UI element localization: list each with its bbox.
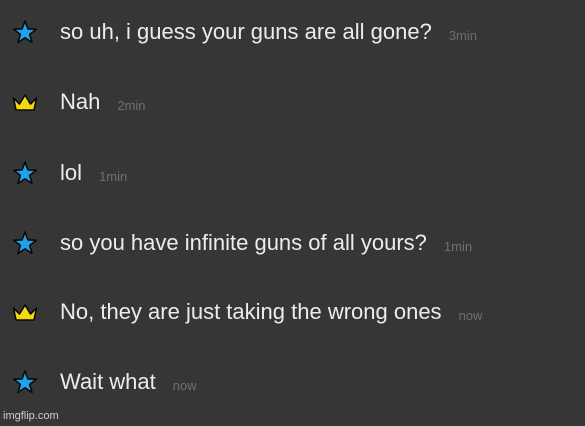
message-body: lol 1min bbox=[60, 153, 127, 193]
chat-message: Nah 2min bbox=[0, 82, 585, 122]
chat-message: No, they are just taking the wrong ones … bbox=[0, 292, 585, 332]
message-body: so uh, i guess your guns are all gone? 3… bbox=[60, 12, 477, 52]
star-icon bbox=[11, 231, 39, 255]
crown-icon bbox=[11, 90, 39, 114]
imgflip-watermark: imgflip.com bbox=[3, 410, 59, 422]
chat-message: lol 1min bbox=[0, 153, 585, 193]
message-text: Wait what bbox=[60, 369, 156, 394]
message-text: so uh, i guess your guns are all gone? bbox=[60, 19, 432, 44]
message-timestamp: 1min bbox=[99, 168, 128, 184]
message-timestamp: 1min bbox=[443, 238, 473, 254]
message-timestamp: 2min bbox=[117, 97, 146, 113]
star-icon bbox=[11, 161, 39, 185]
message-text: Nah bbox=[60, 89, 101, 114]
chat-log: so uh, i guess your guns are all gone? 3… bbox=[0, 0, 585, 426]
star-icon bbox=[11, 20, 39, 44]
chat-message: so uh, i guess your guns are all gone? 3… bbox=[0, 12, 585, 52]
message-body: so you have infinite guns of all yours? … bbox=[60, 223, 472, 263]
message-body: Wait what now bbox=[60, 362, 197, 402]
message-body: No, they are just taking the wrong ones … bbox=[60, 292, 482, 332]
message-text: so you have infinite guns of all yours? bbox=[60, 230, 427, 255]
message-timestamp: now bbox=[172, 377, 197, 393]
message-timestamp: now bbox=[458, 307, 483, 323]
message-text: No, they are just taking the wrong ones bbox=[60, 299, 442, 324]
chat-message: so you have infinite guns of all yours? … bbox=[0, 223, 585, 263]
message-timestamp: 3min bbox=[448, 27, 477, 43]
crown-icon bbox=[11, 300, 39, 324]
star-icon bbox=[11, 370, 39, 394]
message-text: lol bbox=[60, 160, 83, 185]
chat-message: Wait what now bbox=[0, 362, 585, 402]
message-body: Nah 2min bbox=[60, 82, 146, 122]
